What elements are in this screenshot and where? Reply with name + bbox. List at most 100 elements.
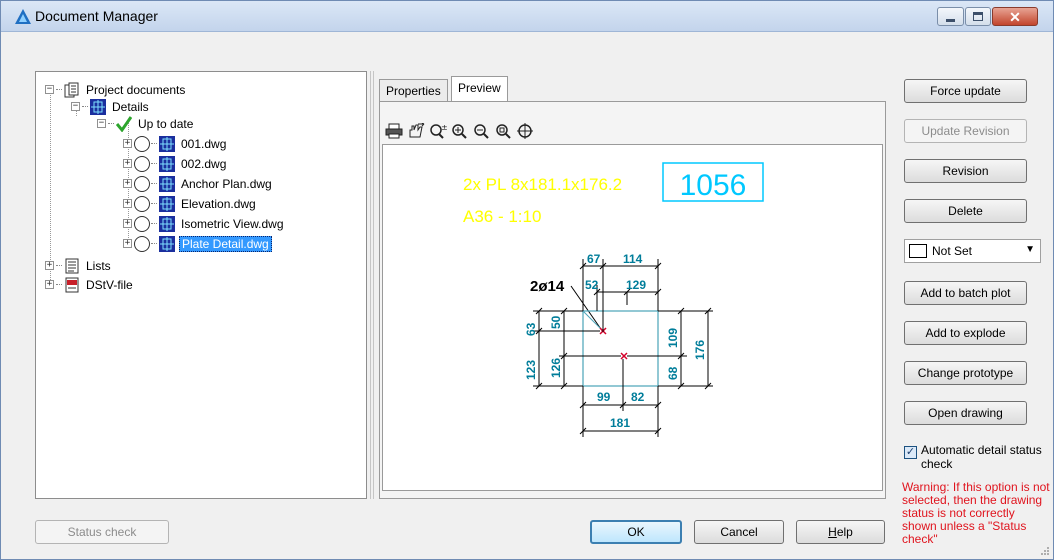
tree-label-project-documents: Project documents <box>86 82 186 97</box>
tree-node-file[interactable]: + 001.dwg <box>123 135 228 152</box>
open-drawing-button[interactable]: Open drawing <box>904 401 1027 425</box>
document-tree[interactable]: − Project documents − Details − Up to da… <box>35 71 367 499</box>
close-button[interactable]: ✕ <box>992 7 1038 26</box>
tree-connector <box>151 143 157 144</box>
auto-status-checkbox[interactable]: ✓ <box>904 446 917 459</box>
status-circle-icon <box>134 175 150 192</box>
minimize-icon <box>946 19 955 22</box>
collapse-icon[interactable]: − <box>97 119 106 128</box>
tree-node-file[interactable]: + Isometric View.dwg <box>123 215 286 232</box>
zoom-extents-icon[interactable] <box>516 121 536 141</box>
tree-label-selected-file: Plate Detail.dwg <box>179 235 272 252</box>
dim-value: 68 <box>666 366 680 380</box>
status-circle-icon <box>134 135 150 152</box>
zoom-window-icon[interactable] <box>494 121 514 141</box>
expand-icon[interactable]: + <box>123 239 132 248</box>
expand-icon[interactable]: + <box>123 139 132 148</box>
dwg-file-icon <box>159 135 175 152</box>
expand-icon[interactable]: + <box>123 199 132 208</box>
tab-preview[interactable]: Preview <box>451 76 508 102</box>
drawing-icon <box>90 98 106 115</box>
tree-node-dstv[interactable]: + DStV-file <box>45 276 135 293</box>
tree-connector <box>151 223 157 224</box>
tree-connector <box>82 106 88 107</box>
help-button[interactable]: Help <box>796 520 885 544</box>
update-revision-button[interactable]: Update Revision <box>904 119 1027 143</box>
tree-node-up-to-date[interactable]: − Up to date <box>97 115 195 132</box>
zoom-realtime-icon[interactable]: ± <box>428 121 448 141</box>
tree-node-lists[interactable]: + Lists <box>45 257 113 274</box>
resize-grip-icon[interactable] <box>1040 546 1050 556</box>
maximize-button[interactable] <box>965 7 991 26</box>
auto-status-check-option[interactable]: ✓ Automatic detail status check <box>904 443 1044 471</box>
expand-icon[interactable]: + <box>123 219 132 228</box>
maximize-icon <box>973 12 983 21</box>
dim-value: 63 <box>524 322 538 336</box>
pan-icon[interactable] <box>406 121 426 141</box>
documents-icon <box>64 82 79 97</box>
revision-button[interactable]: Revision <box>904 159 1027 183</box>
tree-connector <box>151 163 157 164</box>
dim-value: 50 <box>549 315 563 329</box>
add-to-explode-button[interactable]: Add to explode <box>904 321 1027 345</box>
collapse-icon[interactable]: − <box>45 85 54 94</box>
dim-value: 99 <box>597 390 611 404</box>
dim-value: 109 <box>666 328 680 348</box>
force-update-button[interactable]: Force update <box>904 79 1027 103</box>
chevron-down-icon[interactable]: ▼ <box>1025 244 1035 255</box>
add-to-batch-plot-button[interactable]: Add to batch plot <box>904 281 1027 305</box>
status-circle-icon <box>134 155 150 172</box>
print-icon[interactable] <box>384 121 404 141</box>
zoom-out-icon[interactable] <box>472 121 492 141</box>
color-swatch <box>909 244 927 258</box>
dim-value: 129 <box>626 278 646 292</box>
dim-value: 123 <box>524 360 538 380</box>
panel-splitter[interactable] <box>370 71 374 499</box>
delete-button[interactable]: Delete <box>904 199 1027 223</box>
status-check-button[interactable]: Status check <box>35 520 169 544</box>
tree-guide-line <box>50 86 51 282</box>
window-title: Document Manager <box>35 8 158 24</box>
tree-node-file[interactable]: + Elevation.dwg <box>123 195 258 212</box>
dwg-file-icon <box>159 155 175 172</box>
tree-node-file[interactable]: + Anchor Plan.dwg <box>123 175 274 192</box>
change-prototype-button[interactable]: Change prototype <box>904 361 1027 385</box>
tree-node-project-documents[interactable]: − Project documents <box>45 81 187 98</box>
tree-node-file[interactable]: + 002.dwg <box>123 155 228 172</box>
tree-connector <box>56 265 62 266</box>
help-label: elp <box>836 525 853 539</box>
tab-preview-label: Preview <box>458 81 501 95</box>
collapse-icon[interactable]: − <box>71 102 80 111</box>
expand-icon[interactable]: + <box>45 261 54 270</box>
zoom-in-icon[interactable] <box>450 121 470 141</box>
tree-label-file: 002.dwg <box>181 156 227 171</box>
tree-label-dstv: DStV-file <box>86 277 133 292</box>
expand-icon[interactable]: + <box>45 280 54 289</box>
expand-icon[interactable]: + <box>123 159 132 168</box>
ok-button[interactable]: OK <box>590 520 682 544</box>
dim-value: 52 <box>585 278 599 292</box>
dim-value: 67 <box>587 252 601 266</box>
warning-text: Warning: If this option is not selected,… <box>902 481 1050 546</box>
cancel-button[interactable]: Cancel <box>694 520 784 544</box>
tree-label-file: Isometric View.dwg <box>181 216 284 231</box>
tree-node-details[interactable]: − Details <box>71 98 151 115</box>
expand-icon[interactable]: + <box>123 179 132 188</box>
dwg-file-icon <box>159 235 175 252</box>
dim-value: 181 <box>610 416 630 430</box>
document-manager-window: Document Manager ✕ − Project documents − <box>0 0 1054 560</box>
tree-connector <box>56 89 62 90</box>
minimize-button[interactable] <box>937 7 964 26</box>
tab-properties-label: Properties <box>386 84 441 98</box>
tab-properties[interactable]: Properties <box>379 79 448 101</box>
color-select[interactable]: Not Set ▼ <box>904 239 1041 263</box>
status-circle-icon <box>134 215 150 232</box>
tree-node-file-selected[interactable]: + Plate Detail.dwg <box>123 235 272 252</box>
help-mnemonic: H <box>828 525 837 539</box>
drawing-preview-canvas[interactable]: 2x PL 8x181.1x176.2 A36 - 1:10 1056 2ø14 <box>382 144 883 491</box>
tree-label-up-to-date: Up to date <box>138 116 194 131</box>
dim-value: 82 <box>631 390 645 404</box>
tree-connector <box>108 123 114 124</box>
tree-connector <box>151 203 157 204</box>
dwg-file-icon <box>159 175 175 192</box>
